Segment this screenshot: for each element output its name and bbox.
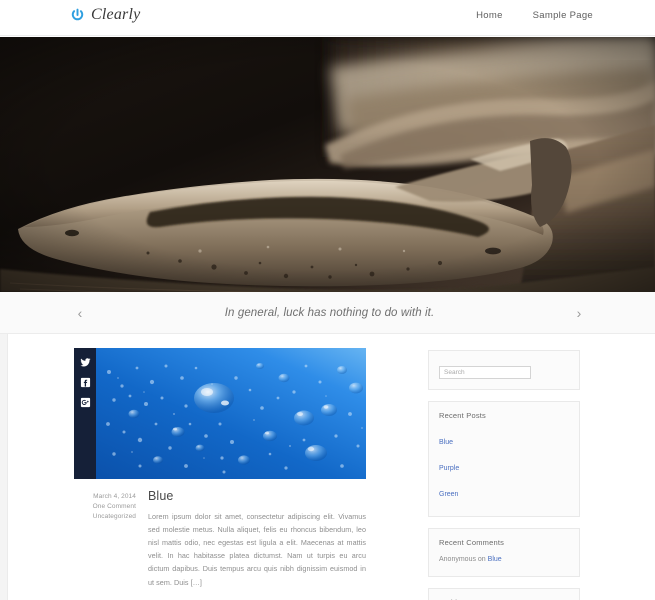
featured-image-wrapper[interactable] [74,348,366,479]
recent-comments-title: Recent Comments [439,538,505,547]
recent-posts-list: Blue Purple Green [439,428,569,504]
sidebar: Recent Posts Blue Purple Green Recent Co… [428,350,580,600]
post-main: Blue Lorem ipsum dolor sit amet, consect… [148,489,366,589]
recent-post-link-green[interactable]: Green [439,491,458,498]
search-widget [428,350,580,390]
post-date: March 4, 2014 [93,493,136,500]
post-body: March 4, 2014 One Comment Uncategorized … [74,489,366,589]
hero-slider[interactable] [0,37,655,292]
comment-post-link[interactable]: Blue [488,556,502,563]
post-meta: March 4, 2014 One Comment Uncategorized [74,492,136,522]
slider-caption-bar: ‹ In general, luck has nothing to do wit… [0,292,655,334]
twitter-icon[interactable] [79,356,92,369]
nav-item-home[interactable]: Home [476,10,503,21]
site-header: Clearly Home Sample Page [0,0,655,36]
slider-caption-text: In general, luck has nothing to do with … [224,306,435,319]
list-item: Blue [439,428,569,452]
recent-post-link-purple[interactable]: Purple [439,465,459,472]
recent-comments-widget: Recent Comments Anonymous on Blue [428,528,580,577]
left-gutter [0,334,8,600]
site-logo-link[interactable]: Clearly [70,7,140,23]
facebook-icon[interactable] [79,376,92,389]
post-title[interactable]: Blue [148,489,366,503]
featured-image [74,348,366,479]
recent-posts-widget: Recent Posts Blue Purple Green [428,401,580,517]
primary-navigation: Home Sample Page [476,10,593,21]
google-plus-icon[interactable] [79,396,92,409]
post-category-link[interactable]: Uncategorized [74,512,136,522]
archives-widget: Archives March 2014 [428,587,580,600]
site-title: Clearly [91,6,141,23]
list-item: Purple [439,454,569,478]
content-area: March 4, 2014 One Comment Uncategorized … [0,334,655,600]
recent-posts-title: Recent Posts [439,411,487,420]
post-comments-link[interactable]: One Comment [74,502,136,512]
recent-comment-item: Anonymous on Blue [439,555,569,566]
nav-item-sample-page[interactable]: Sample Page [533,10,593,21]
comment-author: Anonymous on [439,556,486,563]
search-input[interactable] [439,366,531,379]
chevron-left-icon[interactable]: ‹ [60,306,100,320]
power-icon [70,8,85,23]
page-root: Clearly Home Sample Page ‹ In general, l… [0,0,655,600]
recent-post-link-blue[interactable]: Blue [439,439,453,446]
post-article: March 4, 2014 One Comment Uncategorized … [74,348,366,589]
chevron-right-icon[interactable]: › [559,306,599,320]
list-item: Green [439,480,569,504]
social-share-bar [74,348,96,479]
hero-image [0,37,655,292]
post-excerpt: Lorem ipsum dolor sit amet, consectetur … [148,512,366,587]
